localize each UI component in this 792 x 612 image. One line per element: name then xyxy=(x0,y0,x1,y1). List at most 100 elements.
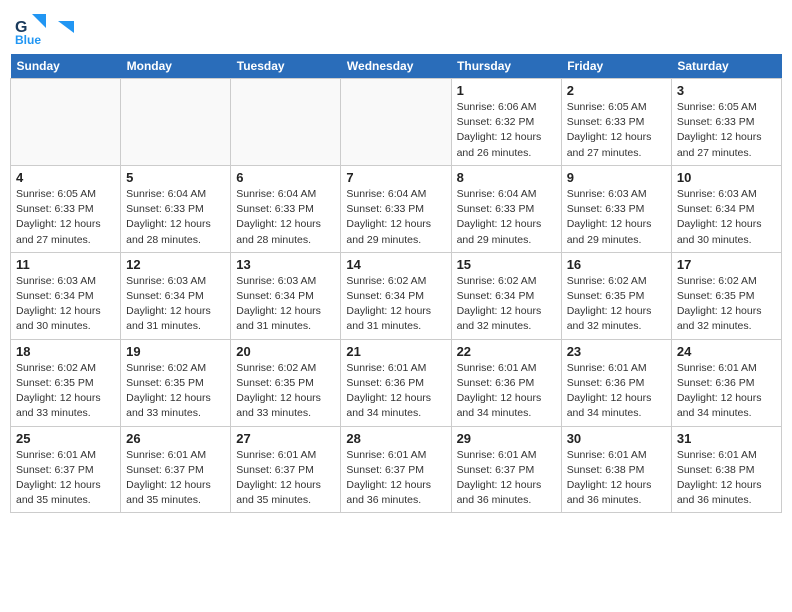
cell-info: Sunrise: 6:01 AM Sunset: 6:37 PM Dayligh… xyxy=(346,448,445,509)
calendar-cell: 28 Sunrise: 6:01 AM Sunset: 6:37 PM Dayli… xyxy=(341,426,451,513)
cell-info: Sunrise: 6:05 AM Sunset: 6:33 PM Dayligh… xyxy=(16,187,115,248)
cell-info: Sunrise: 6:03 AM Sunset: 6:34 PM Dayligh… xyxy=(126,274,225,335)
calendar-cell: 3 Sunrise: 6:05 AM Sunset: 6:33 PM Daylig… xyxy=(671,79,781,166)
day-number: 15 xyxy=(457,257,556,272)
calendar-cell: 22 Sunrise: 6:01 AM Sunset: 6:36 PM Dayli… xyxy=(451,339,561,426)
calendar-cell: 6 Sunrise: 6:04 AM Sunset: 6:33 PM Daylig… xyxy=(231,165,341,252)
logo: G Blue xyxy=(14,10,76,46)
cell-info: Sunrise: 6:05 AM Sunset: 6:33 PM Dayligh… xyxy=(567,100,666,161)
cell-info: Sunrise: 6:04 AM Sunset: 6:33 PM Dayligh… xyxy=(346,187,445,248)
day-number: 6 xyxy=(236,170,335,185)
cell-info: Sunrise: 6:01 AM Sunset: 6:37 PM Dayligh… xyxy=(457,448,556,509)
dow-friday: Friday xyxy=(561,54,671,79)
calendar-cell: 10 Sunrise: 6:03 AM Sunset: 6:34 PM Dayli… xyxy=(671,165,781,252)
cell-info: Sunrise: 6:03 AM Sunset: 6:33 PM Dayligh… xyxy=(567,187,666,248)
logo-triangle xyxy=(56,19,74,37)
calendar-cell xyxy=(231,79,341,166)
svg-text:Blue: Blue xyxy=(15,33,41,46)
calendar-cell: 26 Sunrise: 6:01 AM Sunset: 6:37 PM Dayli… xyxy=(121,426,231,513)
day-number: 24 xyxy=(677,344,776,359)
calendar-cell: 18 Sunrise: 6:02 AM Sunset: 6:35 PM Dayli… xyxy=(11,339,121,426)
day-number: 29 xyxy=(457,431,556,446)
cell-info: Sunrise: 6:01 AM Sunset: 6:36 PM Dayligh… xyxy=(346,361,445,422)
cell-info: Sunrise: 6:02 AM Sunset: 6:34 PM Dayligh… xyxy=(346,274,445,335)
calendar-cell: 1 Sunrise: 6:06 AM Sunset: 6:32 PM Daylig… xyxy=(451,79,561,166)
cell-info: Sunrise: 6:04 AM Sunset: 6:33 PM Dayligh… xyxy=(236,187,335,248)
cell-info: Sunrise: 6:02 AM Sunset: 6:35 PM Dayligh… xyxy=(567,274,666,335)
cell-info: Sunrise: 6:01 AM Sunset: 6:37 PM Dayligh… xyxy=(236,448,335,509)
cell-info: Sunrise: 6:02 AM Sunset: 6:34 PM Dayligh… xyxy=(457,274,556,335)
calendar-cell xyxy=(121,79,231,166)
calendar-cell: 24 Sunrise: 6:01 AM Sunset: 6:36 PM Dayli… xyxy=(671,339,781,426)
calendar-cell: 21 Sunrise: 6:01 AM Sunset: 6:36 PM Dayli… xyxy=(341,339,451,426)
calendar-cell: 29 Sunrise: 6:01 AM Sunset: 6:37 PM Dayli… xyxy=(451,426,561,513)
logo-icon: G Blue xyxy=(14,10,50,46)
week-row-5: 25Sunrise: 6:01 AM Sunset: 6:37 PM Dayli… xyxy=(11,426,782,513)
day-number: 14 xyxy=(346,257,445,272)
day-number: 20 xyxy=(236,344,335,359)
cell-info: Sunrise: 6:01 AM Sunset: 6:36 PM Dayligh… xyxy=(457,361,556,422)
cell-info: Sunrise: 6:02 AM Sunset: 6:35 PM Dayligh… xyxy=(236,361,335,422)
cell-info: Sunrise: 6:02 AM Sunset: 6:35 PM Dayligh… xyxy=(677,274,776,335)
cell-info: Sunrise: 6:02 AM Sunset: 6:35 PM Dayligh… xyxy=(126,361,225,422)
calendar-cell: 31Sunrise: 6:01 AM Sunset: 6:38 PM Dayli… xyxy=(671,426,781,513)
calendar-cell: 2 Sunrise: 6:05 AM Sunset: 6:33 PM Daylig… xyxy=(561,79,671,166)
cell-info: Sunrise: 6:01 AM Sunset: 6:36 PM Dayligh… xyxy=(677,361,776,422)
day-number: 1 xyxy=(457,83,556,98)
calendar-table: SundayMondayTuesdayWednesdayThursdayFrid… xyxy=(10,54,782,513)
cell-info: Sunrise: 6:02 AM Sunset: 6:35 PM Dayligh… xyxy=(16,361,115,422)
cell-info: Sunrise: 6:04 AM Sunset: 6:33 PM Dayligh… xyxy=(457,187,556,248)
calendar-cell: 20 Sunrise: 6:02 AM Sunset: 6:35 PM Dayli… xyxy=(231,339,341,426)
day-number: 19 xyxy=(126,344,225,359)
cell-info: Sunrise: 6:01 AM Sunset: 6:37 PM Dayligh… xyxy=(126,448,225,509)
week-row-1: 1 Sunrise: 6:06 AM Sunset: 6:32 PM Daylig… xyxy=(11,79,782,166)
day-number: 8 xyxy=(457,170,556,185)
dow-wednesday: Wednesday xyxy=(341,54,451,79)
cell-info: Sunrise: 6:03 AM Sunset: 6:34 PM Dayligh… xyxy=(677,187,776,248)
day-number: 18 xyxy=(16,344,115,359)
day-number: 10 xyxy=(677,170,776,185)
calendar-cell: 30 Sunrise: 6:01 AM Sunset: 6:38 PM Dayli… xyxy=(561,426,671,513)
dow-monday: Monday xyxy=(121,54,231,79)
day-number: 7 xyxy=(346,170,445,185)
week-row-4: 18 Sunrise: 6:02 AM Sunset: 6:35 PM Dayli… xyxy=(11,339,782,426)
cell-info: Sunrise: 6:01 AM Sunset: 6:36 PM Dayligh… xyxy=(567,361,666,422)
cell-info: Sunrise: 6:03 AM Sunset: 6:34 PM Dayligh… xyxy=(16,274,115,335)
calendar-cell: 8 Sunrise: 6:04 AM Sunset: 6:33 PM Daylig… xyxy=(451,165,561,252)
day-number: 27 xyxy=(236,431,335,446)
calendar-cell: 17 Sunrise: 6:02 AM Sunset: 6:35 PM Dayli… xyxy=(671,252,781,339)
day-number: 11 xyxy=(16,257,115,272)
day-number: 22 xyxy=(457,344,556,359)
calendar-cell: 12 Sunrise: 6:03 AM Sunset: 6:34 PM Dayli… xyxy=(121,252,231,339)
day-number: 2 xyxy=(567,83,666,98)
calendar-cell: 25Sunrise: 6:01 AM Sunset: 6:37 PM Dayli… xyxy=(11,426,121,513)
days-of-week-row: SundayMondayTuesdayWednesdayThursdayFrid… xyxy=(11,54,782,79)
day-number: 17 xyxy=(677,257,776,272)
cell-info: Sunrise: 6:01 AM Sunset: 6:38 PM Dayligh… xyxy=(567,448,666,509)
day-number: 12 xyxy=(126,257,225,272)
day-number: 4 xyxy=(16,170,115,185)
day-number: 26 xyxy=(126,431,225,446)
cell-info: Sunrise: 6:01 AM Sunset: 6:37 PM Dayligh… xyxy=(16,448,115,509)
week-row-3: 11 Sunrise: 6:03 AM Sunset: 6:34 PM Dayli… xyxy=(11,252,782,339)
calendar-cell: 14 Sunrise: 6:02 AM Sunset: 6:34 PM Dayli… xyxy=(341,252,451,339)
calendar-cell: 5Sunrise: 6:04 AM Sunset: 6:33 PM Daylig… xyxy=(121,165,231,252)
day-number: 3 xyxy=(677,83,776,98)
cell-info: Sunrise: 6:05 AM Sunset: 6:33 PM Dayligh… xyxy=(677,100,776,161)
dow-saturday: Saturday xyxy=(671,54,781,79)
cell-info: Sunrise: 6:06 AM Sunset: 6:32 PM Dayligh… xyxy=(457,100,556,161)
day-number: 9 xyxy=(567,170,666,185)
dow-tuesday: Tuesday xyxy=(231,54,341,79)
day-number: 23 xyxy=(567,344,666,359)
day-number: 30 xyxy=(567,431,666,446)
calendar-cell: 13Sunrise: 6:03 AM Sunset: 6:34 PM Dayli… xyxy=(231,252,341,339)
calendar-cell: 7 Sunrise: 6:04 AM Sunset: 6:33 PM Daylig… xyxy=(341,165,451,252)
calendar-cell: 16Sunrise: 6:02 AM Sunset: 6:35 PM Dayli… xyxy=(561,252,671,339)
cell-info: Sunrise: 6:01 AM Sunset: 6:38 PM Dayligh… xyxy=(677,448,776,509)
calendar-cell: 4 Sunrise: 6:05 AM Sunset: 6:33 PM Daylig… xyxy=(11,165,121,252)
page-header: G Blue xyxy=(10,10,782,46)
day-number: 21 xyxy=(346,344,445,359)
cell-info: Sunrise: 6:04 AM Sunset: 6:33 PM Dayligh… xyxy=(126,187,225,248)
calendar-cell: 23 Sunrise: 6:01 AM Sunset: 6:36 PM Dayli… xyxy=(561,339,671,426)
day-number: 28 xyxy=(346,431,445,446)
